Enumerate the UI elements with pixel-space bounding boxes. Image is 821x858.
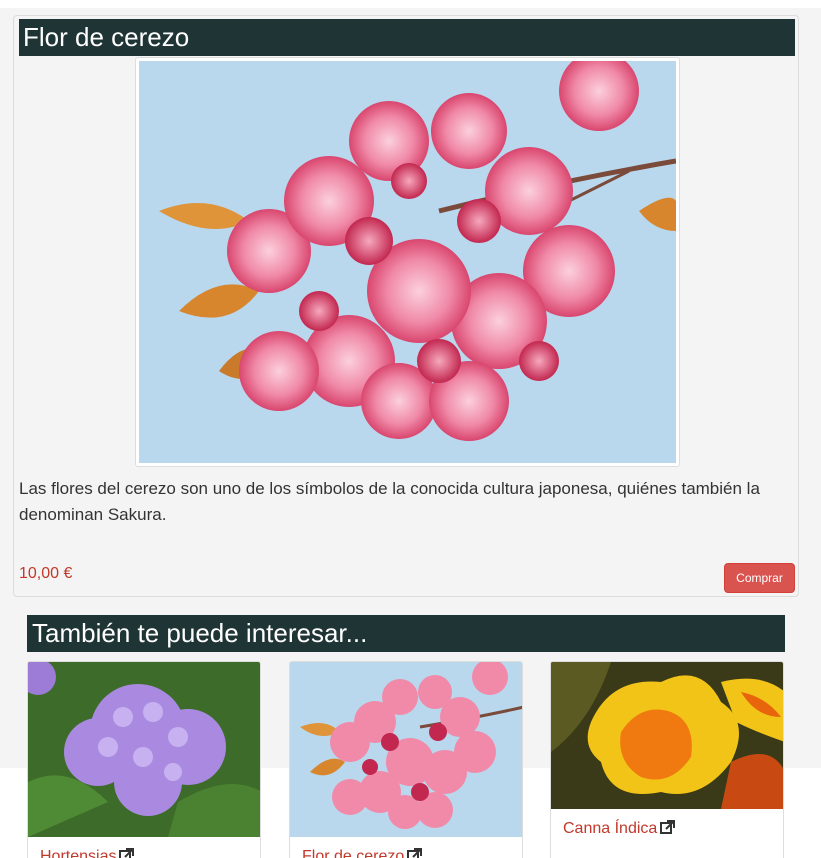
related-link-label: Hortensias (40, 848, 117, 858)
related-item-flor-de-cerezo[interactable]: Flor de cerezo (289, 661, 523, 858)
related-link-hortensias[interactable]: Hortensias (40, 848, 135, 858)
product-description: Las flores del cerezo son uno de los sím… (19, 479, 760, 524)
related-link-label: Canna Índica (563, 820, 658, 837)
cherry-blossom-thumbnail[interactable] (290, 662, 522, 837)
product-card: Flor de cerezo Las flores del cerezo son… (13, 15, 799, 597)
external-link-icon (660, 820, 676, 834)
related-heading: También te puede interesar... (27, 615, 785, 652)
external-link-icon (407, 848, 423, 858)
product-image (135, 57, 680, 467)
product-price: 10,00 € (19, 565, 73, 582)
canna-thumbnail[interactable] (551, 662, 783, 809)
external-link-icon (119, 848, 135, 858)
hydrangea-thumbnail[interactable] (28, 662, 260, 837)
related-item-hortensias[interactable]: Hortensias (27, 661, 261, 858)
product-title: Flor de cerezo (19, 19, 795, 56)
buy-button[interactable]: Comprar (724, 563, 795, 593)
cherry-blossom-photo (139, 61, 676, 463)
related-link-canna-indica[interactable]: Canna Índica (563, 820, 676, 838)
related-item-canna-indica[interactable]: Canna Índica (550, 661, 784, 858)
related-link-flor-de-cerezo[interactable]: Flor de cerezo (302, 848, 423, 858)
related-link-label: Flor de cerezo (302, 848, 405, 858)
